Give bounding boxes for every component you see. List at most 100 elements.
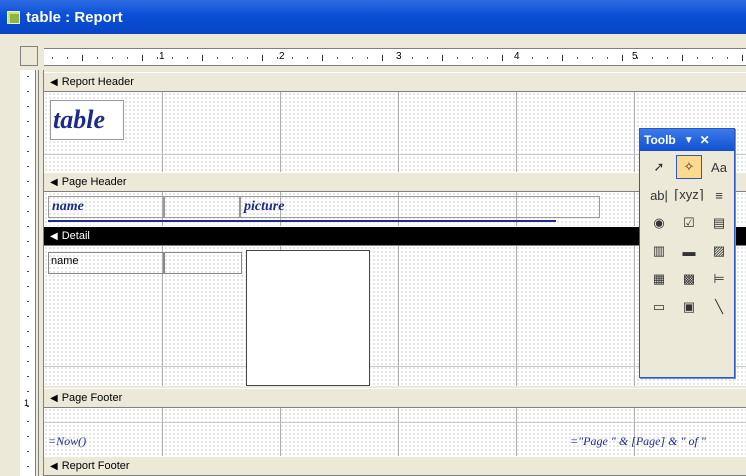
ruler-tick	[27, 241, 29, 242]
ruler-tick	[352, 57, 353, 59]
section-bar-report-header[interactable]: ◀ Report Header	[44, 72, 746, 92]
ruler-corner[interactable]	[20, 46, 38, 66]
section-arrow-icon: ◀	[50, 230, 58, 242]
ruler-tick	[142, 55, 143, 61]
ruler-number: 2	[279, 51, 285, 62]
ruler-tick	[27, 331, 29, 332]
ruler-tick	[487, 57, 488, 59]
footer-page-textbox[interactable]: ="Page " & [Page] & " of "	[570, 434, 706, 449]
ruler-tick	[547, 57, 548, 59]
ruler-tick	[27, 436, 29, 437]
footer-now-textbox[interactable]: =Now()	[48, 434, 86, 449]
ruler-tick	[27, 391, 29, 392]
ruler-tick	[27, 406, 29, 407]
ruler-tick	[27, 211, 29, 212]
ruler-tick	[607, 57, 608, 59]
ruler-tick	[247, 57, 248, 59]
image-icon[interactable]: ▨	[706, 239, 732, 263]
ruler-tick	[27, 451, 29, 452]
bound-object-frame-icon[interactable]: ▩	[676, 267, 702, 291]
label-icon[interactable]: Aa	[706, 155, 732, 179]
section-label: Detail	[61, 230, 90, 242]
option-button-icon[interactable]: ◉	[646, 211, 672, 235]
report-designer: 1 2 3 4 5 1 ◀ Report Header table ◀ Page…	[0, 34, 746, 476]
vertical-ruler[interactable]: 1	[20, 70, 36, 476]
section-arrow-icon: ◀	[50, 460, 58, 472]
option-group-icon[interactable]: ⌈xyz⌉	[674, 183, 704, 207]
ruler-tick	[27, 106, 29, 107]
ruler-tick	[577, 57, 578, 59]
ruler-tick	[637, 57, 638, 59]
horizontal-ruler[interactable]: 1 2 3 4 5	[44, 48, 746, 66]
report-icon	[7, 10, 20, 24]
check-box-icon[interactable]: ☑	[676, 211, 702, 235]
window-title-bar[interactable]: table : Report	[0, 0, 746, 34]
ruler-tick	[27, 346, 29, 347]
ruler-tick	[562, 55, 563, 61]
ruler-tick	[67, 57, 68, 59]
ruler-tick	[27, 166, 29, 167]
ruler-tick	[397, 57, 398, 59]
line-icon[interactable]: ╲	[706, 295, 732, 319]
picture-image-frame[interactable]	[246, 250, 370, 386]
header-name-label[interactable]: name	[48, 196, 164, 218]
section-bar-page-footer[interactable]: ◀ Page Footer	[44, 388, 746, 408]
header-picture-label[interactable]: picture	[240, 196, 600, 218]
select-objects-icon[interactable]: ➚	[646, 155, 672, 179]
report-title-label[interactable]: table	[50, 100, 124, 140]
ruler-tick	[217, 57, 218, 59]
header-underline[interactable]	[48, 220, 556, 222]
ruler-tick	[27, 121, 29, 122]
ruler-tick	[367, 57, 368, 59]
section-label: Page Footer	[61, 392, 123, 404]
section-arrow-icon: ◀	[50, 176, 58, 188]
ruler-tick	[27, 361, 29, 362]
section-bar-report-footer[interactable]: ◀ Report Footer	[44, 456, 746, 476]
tab-control-icon[interactable]: ▭	[646, 295, 672, 319]
ruler-tick	[27, 91, 29, 92]
subform-icon[interactable]: ▣	[676, 295, 702, 319]
ruler-tick	[412, 57, 413, 59]
section-label: Report Footer	[61, 460, 130, 472]
ruler-tick	[517, 57, 518, 59]
section-arrow-icon: ◀	[50, 76, 58, 88]
ruler-tick	[27, 256, 29, 257]
ruler-tick	[532, 57, 533, 59]
toolbox-panel[interactable]: Toolb ▼ ✕ ➚ ✧ Aa ab| ⌈xyz⌉ ≡ ◉ ☑ ▤ ▥ ▬ ▨ ▦ ▩ ⊨ ▭ ▣ ╲	[639, 128, 735, 378]
ruler-tick	[187, 57, 188, 59]
control-wizards-icon[interactable]: ✧	[676, 155, 702, 179]
section-label: Report Header	[61, 76, 134, 88]
close-icon[interactable]: ✕	[700, 133, 710, 147]
page-footer-area[interactable]: =Now() ="Page " & [Page] & " of "	[44, 408, 746, 456]
ruler-tick	[27, 151, 29, 152]
ruler-tick	[112, 57, 113, 59]
detail-spacer-textbox[interactable]	[164, 252, 242, 274]
toolbox-title-bar[interactable]: Toolb ▼ ✕	[640, 129, 734, 151]
command-button-icon[interactable]: ▬	[676, 239, 702, 263]
ruler-tick	[337, 57, 338, 59]
ruler-tick	[727, 57, 728, 59]
header-spacer-label[interactable]	[164, 196, 240, 218]
ruler-tick	[427, 57, 428, 59]
dropdown-arrow-icon[interactable]: ▼	[684, 135, 694, 146]
combo-box-icon[interactable]: ▤	[706, 211, 732, 235]
ruler-tick	[472, 57, 473, 59]
ruler-tick	[27, 181, 29, 182]
unbound-object-frame-icon[interactable]: ▦	[646, 267, 672, 291]
ruler-tick	[27, 301, 29, 302]
ruler-number: 1	[159, 51, 165, 62]
ruler-tick	[652, 57, 653, 59]
ruler-tick	[82, 55, 83, 61]
toggle-button-icon[interactable]: ≡	[706, 183, 732, 207]
toolbox-title: Toolb	[644, 133, 676, 147]
list-box-icon[interactable]: ▥	[646, 239, 672, 263]
page-break-icon[interactable]: ⊨	[706, 267, 732, 291]
ruler-tick	[27, 466, 29, 467]
ruler-tick	[232, 57, 233, 59]
ruler-tick	[52, 57, 53, 59]
text-box-icon[interactable]: ab|	[646, 183, 672, 207]
detail-name-textbox[interactable]: name	[48, 252, 164, 274]
ruler-tick	[127, 57, 128, 59]
ruler-tick	[592, 57, 593, 59]
ruler-tick	[27, 271, 29, 272]
